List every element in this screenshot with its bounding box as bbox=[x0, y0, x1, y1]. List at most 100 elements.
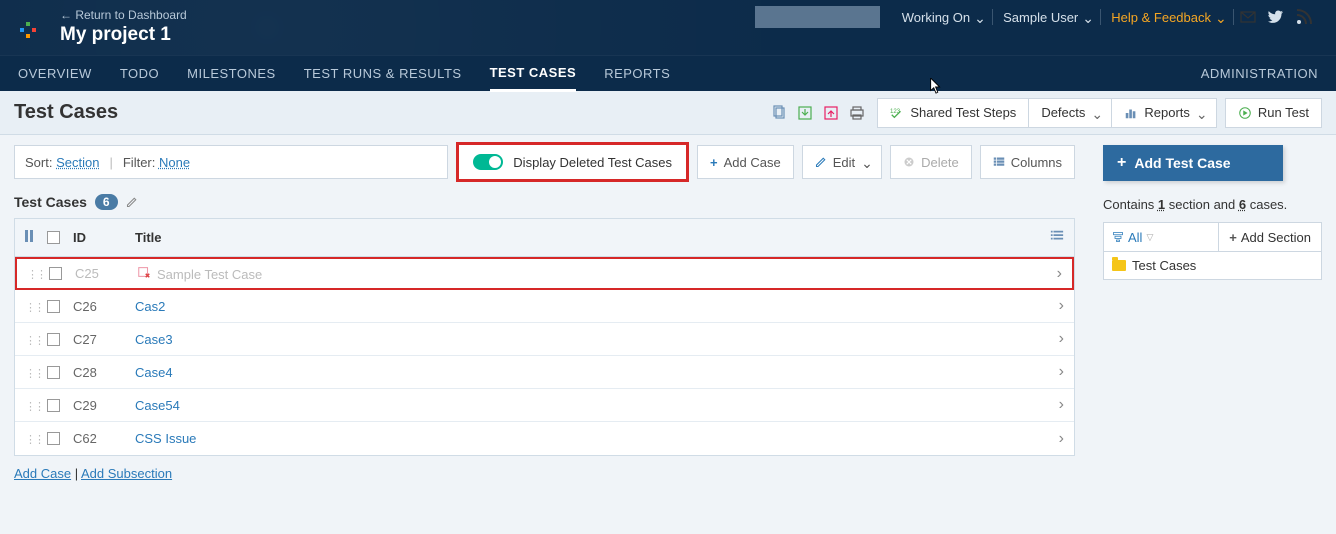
main-panel: Sort: Section | Filter: None Display Del… bbox=[0, 135, 1089, 495]
tab-test-cases[interactable]: TEST CASES bbox=[490, 56, 577, 92]
case-id: C26 bbox=[73, 299, 97, 314]
search-box[interactable] bbox=[755, 6, 880, 28]
chevron-down-icon bbox=[1082, 13, 1090, 21]
tree-all-filter[interactable]: All ▽ bbox=[1104, 223, 1219, 251]
delete-icon bbox=[903, 156, 915, 168]
select-all-checkbox[interactable] bbox=[47, 231, 60, 244]
header-check-col bbox=[47, 231, 73, 244]
drag-handle-icon[interactable]: ⋮⋮ bbox=[25, 335, 43, 347]
drag-handle-icon bbox=[25, 230, 33, 242]
chart-icon bbox=[1124, 106, 1138, 120]
add-case-link[interactable]: Add Case bbox=[14, 466, 71, 481]
twitter-icon[interactable] bbox=[1268, 9, 1284, 25]
tab-todo[interactable]: TODO bbox=[120, 56, 159, 92]
chevron-down-icon bbox=[1215, 13, 1223, 21]
divider: | bbox=[109, 155, 112, 170]
row-checkbox[interactable] bbox=[47, 432, 60, 445]
tree-item-test-cases[interactable]: Test Cases bbox=[1112, 258, 1313, 273]
rss-icon[interactable] bbox=[1296, 9, 1312, 25]
mail-icon[interactable] bbox=[1240, 9, 1256, 25]
tree-header: All ▽ + Add Section bbox=[1103, 222, 1322, 252]
defects-button[interactable]: Defects bbox=[1029, 98, 1112, 128]
sidebar: + Add Test Case Contains 1 section and 6… bbox=[1089, 135, 1336, 495]
add-subsection-link[interactable]: Add Subsection bbox=[81, 466, 172, 481]
table-row[interactable]: ⋮⋮C28Case4› bbox=[15, 356, 1074, 389]
case-id: C27 bbox=[73, 332, 97, 347]
table-row[interactable]: ⋮⋮C29Case54› bbox=[15, 389, 1074, 422]
export-icon[interactable] bbox=[823, 105, 839, 121]
copy-icon[interactable] bbox=[771, 105, 787, 121]
case-title-link[interactable]: Sample Test Case bbox=[157, 267, 262, 282]
run-test-button[interactable]: Run Test bbox=[1225, 98, 1322, 128]
drag-handle-icon[interactable]: ⋮⋮ bbox=[25, 401, 43, 413]
row-checkbox[interactable] bbox=[47, 366, 60, 379]
case-id: C25 bbox=[75, 266, 99, 281]
working-on-menu[interactable]: Working On bbox=[892, 10, 992, 25]
list-view-icon[interactable] bbox=[1050, 229, 1064, 243]
print-icon[interactable] bbox=[849, 105, 865, 121]
add-case-button[interactable]: +Add Case bbox=[697, 145, 794, 179]
top-header: ← Return to Dashboard My project 1 Worki… bbox=[0, 0, 1336, 55]
case-title-link[interactable]: Case4 bbox=[135, 365, 173, 380]
plus-icon: + bbox=[1117, 154, 1126, 172]
columns-button[interactable]: Columns bbox=[980, 145, 1075, 179]
drag-handle-icon[interactable]: ⋮⋮ bbox=[25, 302, 43, 314]
return-dashboard-link[interactable]: ← Return to Dashboard bbox=[60, 8, 187, 22]
reports-button[interactable]: Reports bbox=[1112, 98, 1217, 128]
drag-handle-icon[interactable]: ⋮⋮ bbox=[25, 434, 43, 446]
table-row[interactable]: ⋮⋮C62CSS Issue› bbox=[15, 422, 1074, 455]
drag-handle-icon[interactable]: ⋮⋮ bbox=[27, 269, 45, 281]
pencil-icon bbox=[815, 156, 827, 168]
tab-overview[interactable]: OVERVIEW bbox=[18, 56, 92, 92]
case-title-link[interactable]: Cas2 bbox=[135, 299, 165, 314]
tab-reports[interactable]: REPORTS bbox=[604, 56, 670, 92]
user-menu[interactable]: Sample User bbox=[993, 10, 1100, 25]
folder-icon bbox=[1112, 260, 1126, 271]
header-actions bbox=[1036, 229, 1064, 246]
chevron-down-icon bbox=[974, 13, 982, 21]
drag-handle-icon[interactable]: ⋮⋮ bbox=[25, 368, 43, 380]
chevron-right-icon[interactable]: › bbox=[1057, 265, 1062, 282]
add-test-case-button[interactable]: + Add Test Case bbox=[1103, 145, 1283, 181]
app-logo-icon bbox=[18, 20, 36, 38]
add-section-button[interactable]: + Add Section bbox=[1219, 223, 1321, 251]
delete-button[interactable]: Delete bbox=[890, 145, 972, 179]
row-checkbox[interactable] bbox=[47, 300, 60, 313]
row-checkbox[interactable] bbox=[47, 399, 60, 412]
section-name: Test Cases bbox=[14, 194, 87, 210]
shared-steps-button[interactable]: 123 Shared Test Steps bbox=[877, 98, 1029, 128]
row-checkbox[interactable] bbox=[49, 267, 62, 280]
edit-section-icon[interactable] bbox=[126, 196, 138, 208]
chevron-right-icon[interactable]: › bbox=[1059, 430, 1064, 447]
edit-button[interactable]: Edit bbox=[802, 145, 882, 179]
table-row[interactable]: ⋮⋮ C27 Case3 › bbox=[15, 323, 1074, 356]
header-id[interactable]: ID bbox=[73, 230, 135, 245]
table-body: ⋮⋮ C25 Sample Test Case › ⋮⋮ C26 Cas2 › ⋮⋮ C27 Cas… bbox=[15, 257, 1074, 455]
tab-runs[interactable]: TEST RUNS & RESULTS bbox=[304, 56, 462, 92]
sort-value[interactable]: Section bbox=[56, 155, 99, 170]
contains-summary: Contains 1 section and 6 cases. bbox=[1103, 197, 1322, 212]
tab-milestones[interactable]: MILESTONES bbox=[187, 56, 276, 92]
chevron-right-icon[interactable]: › bbox=[1059, 297, 1064, 314]
table-row[interactable]: ⋮⋮ C26 Cas2 › bbox=[15, 290, 1074, 323]
tab-administration[interactable]: ADMINISTRATION bbox=[1201, 66, 1318, 81]
display-deleted-toggle[interactable] bbox=[473, 154, 503, 170]
case-title-link[interactable]: Case54 bbox=[135, 398, 180, 413]
chevron-right-icon[interactable]: › bbox=[1059, 330, 1064, 347]
page-title: Test Cases bbox=[14, 101, 118, 124]
test-case-table: ID Title ⋮⋮ C25 Sample Test Case › ⋮⋮ C26 Cas2… bbox=[14, 218, 1075, 456]
tree-body: Test Cases bbox=[1103, 252, 1322, 280]
header-title[interactable]: Title bbox=[135, 230, 1036, 245]
case-title-link[interactable]: Case3 bbox=[135, 332, 173, 347]
filter-value[interactable]: None bbox=[159, 155, 190, 170]
import-icon[interactable] bbox=[797, 105, 813, 121]
filter-label: Filter: bbox=[123, 155, 156, 170]
row-checkbox[interactable] bbox=[47, 333, 60, 346]
case-title-link[interactable]: CSS Issue bbox=[135, 431, 196, 446]
plus-icon: + bbox=[710, 155, 718, 170]
help-feedback-menu[interactable]: Help & Feedback bbox=[1101, 10, 1233, 25]
bottom-links: Add Case | Add Subsection bbox=[14, 466, 1075, 481]
chevron-right-icon[interactable]: › bbox=[1059, 363, 1064, 380]
table-row[interactable]: ⋮⋮ C25 Sample Test Case › bbox=[15, 257, 1074, 290]
chevron-right-icon[interactable]: › bbox=[1059, 396, 1064, 413]
